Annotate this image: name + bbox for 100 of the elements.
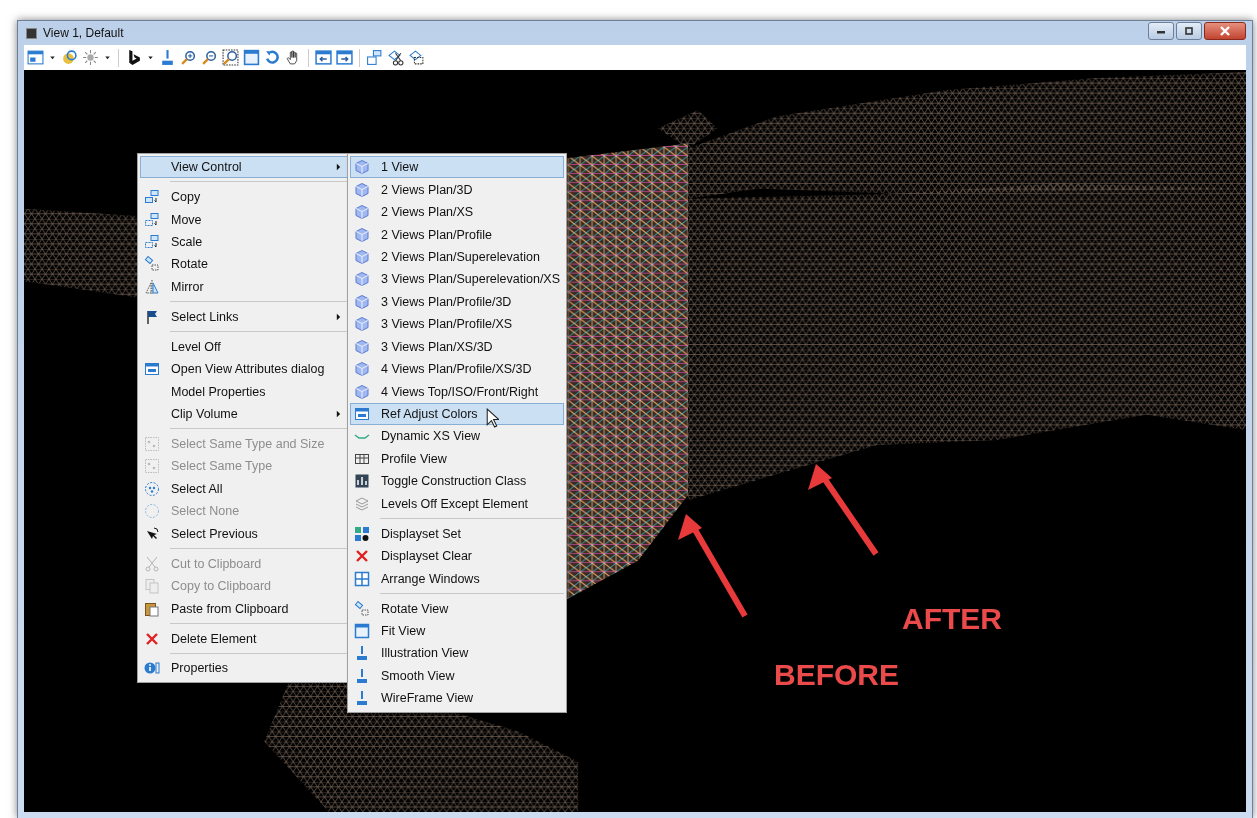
menu-item[interactable]: 3 Views Plan/XS/3D [350, 335, 564, 358]
menu-item[interactable]: 4 Views Top/ISO/Front/Right [350, 380, 564, 403]
scale-icon [144, 234, 160, 251]
delete-icon [144, 630, 160, 647]
window-icon [26, 27, 37, 39]
fit-view-icon [354, 622, 370, 639]
menu-item[interactable]: Ref Adjust Colors [350, 402, 564, 426]
dotted-selection-icon [144, 458, 160, 475]
menu-item[interactable]: WireFrame View [350, 687, 564, 710]
menu-item[interactable]: Levels Off Except Element [350, 492, 564, 515]
menu-item[interactable]: Select Links [140, 305, 348, 329]
close-icon [1218, 26, 1232, 36]
menu-item[interactable]: Properties [140, 657, 348, 680]
annotation-label: AFTER [902, 604, 1002, 634]
pages-icon [144, 578, 160, 595]
dotted-selection-icon [144, 436, 160, 453]
menu-item[interactable]: Displayset Clear [350, 544, 564, 568]
zoom-in-icon[interactable] [180, 49, 197, 66]
info-icon [144, 660, 160, 677]
menu-item[interactable]: Select All [140, 477, 348, 501]
menu-item[interactable]: Rotate [140, 253, 348, 276]
flag-icon [144, 308, 160, 325]
menu-item[interactable]: Toggle Construction Class [350, 470, 564, 493]
windows-icon [354, 406, 370, 423]
menu-item[interactable]: 1 View [350, 156, 564, 179]
menu-item[interactable]: 2 Views Plan/3D [350, 178, 564, 201]
menu-item[interactable]: 3 Views Plan/Profile/XS [350, 313, 564, 336]
cube-icon [354, 271, 370, 288]
menu-item[interactable]: Mirror [140, 275, 348, 299]
menu-item[interactable]: 2 Views Plan/XS [350, 200, 564, 224]
menu-item[interactable]: Scale [140, 230, 348, 254]
chart-icon [354, 473, 370, 490]
clipboard-icon [144, 600, 160, 617]
menu-item[interactable]: Open View Attributes dialog [140, 358, 348, 381]
rotate-icon [144, 256, 160, 273]
layers-icon [354, 495, 370, 512]
menu-item[interactable]: 2 Views Plan/Superelevation [350, 245, 564, 269]
move-icon [144, 211, 160, 228]
copy-icon [144, 189, 160, 206]
brush-icon[interactable] [159, 49, 176, 66]
menu-item[interactable]: Fit View [350, 619, 564, 643]
next-view-icon[interactable] [336, 49, 353, 66]
menu-item[interactable]: Dynamic XS View [350, 425, 564, 448]
window-zoom-icon[interactable] [222, 49, 239, 66]
menu-item[interactable]: Copy [140, 185, 348, 209]
menu-item[interactable]: Smooth View [350, 664, 564, 688]
menu-item[interactable]: 3 Views Plan/Superelevation/XS [350, 268, 564, 291]
clip-mask-icon[interactable] [408, 49, 425, 66]
cube-icon [354, 248, 370, 265]
cube-icon [354, 361, 370, 378]
menu-item[interactable]: 4 Views Plan/Profile/XS/3D [350, 357, 564, 381]
cube-icon [354, 204, 370, 221]
menu-item[interactable]: Select Previous [140, 522, 348, 545]
submenu-arrow-icon [336, 163, 341, 172]
brush-icon [354, 645, 370, 662]
fit-view-icon[interactable] [243, 49, 260, 66]
rotate-icon [354, 600, 370, 617]
menu-item[interactable]: Delete Element [140, 627, 348, 650]
menu-item[interactable]: Rotate View [350, 597, 564, 620]
previous-view-icon[interactable] [315, 49, 332, 66]
cursor-icon [144, 525, 160, 542]
grid-icon [354, 570, 370, 587]
mouse-pointer-icon [486, 408, 499, 428]
maximize-icon [1183, 27, 1195, 35]
zoom-out-icon[interactable] [201, 49, 218, 66]
minimize-button[interactable] [1148, 22, 1174, 40]
view-attributes-icon[interactable] [27, 49, 44, 66]
menu-item[interactable]: Profile View [350, 447, 564, 471]
submenu-arrow-icon [336, 410, 341, 419]
clip-icon[interactable] [387, 49, 404, 66]
menu-item[interactable]: Model Properties [140, 380, 348, 403]
brush-icon [354, 667, 370, 684]
window-title: View 1, Default [43, 26, 124, 40]
menu-item[interactable]: Clip Volume [140, 402, 348, 426]
dashed-circle-icon [144, 480, 160, 497]
cube-icon [354, 293, 370, 310]
maximize-button[interactable] [1176, 22, 1202, 40]
cube-icon [354, 181, 370, 198]
menu-item[interactable]: View Control [140, 156, 348, 179]
menu-item[interactable]: Paste from Clipboard [140, 597, 348, 620]
cube-icon [354, 338, 370, 355]
grid-eye-icon [354, 525, 370, 542]
cube-icon [354, 383, 370, 400]
cube-icon [354, 159, 370, 176]
scissors-icon [144, 555, 160, 572]
rotate-icon[interactable] [264, 49, 281, 66]
menu-item[interactable]: 2 Views Plan/Profile [350, 223, 564, 246]
window-icon [144, 361, 160, 378]
menu-item[interactable]: Illustration View [350, 642, 564, 665]
cube-icon [354, 226, 370, 243]
menu-item[interactable]: Arrange Windows [350, 567, 564, 590]
menu-item[interactable]: 3 Views Plan/Profile/3D [350, 290, 564, 314]
close-button[interactable] [1204, 22, 1246, 40]
menu-item[interactable]: Level Off [140, 335, 348, 358]
cube-icon [354, 316, 370, 333]
annotation-label: BEFORE [774, 660, 899, 690]
menu-item[interactable]: Displayset Set [350, 522, 564, 545]
mirror-icon [144, 278, 160, 295]
copy-view-icon[interactable] [366, 49, 383, 66]
menu-item[interactable]: Move [140, 208, 348, 231]
